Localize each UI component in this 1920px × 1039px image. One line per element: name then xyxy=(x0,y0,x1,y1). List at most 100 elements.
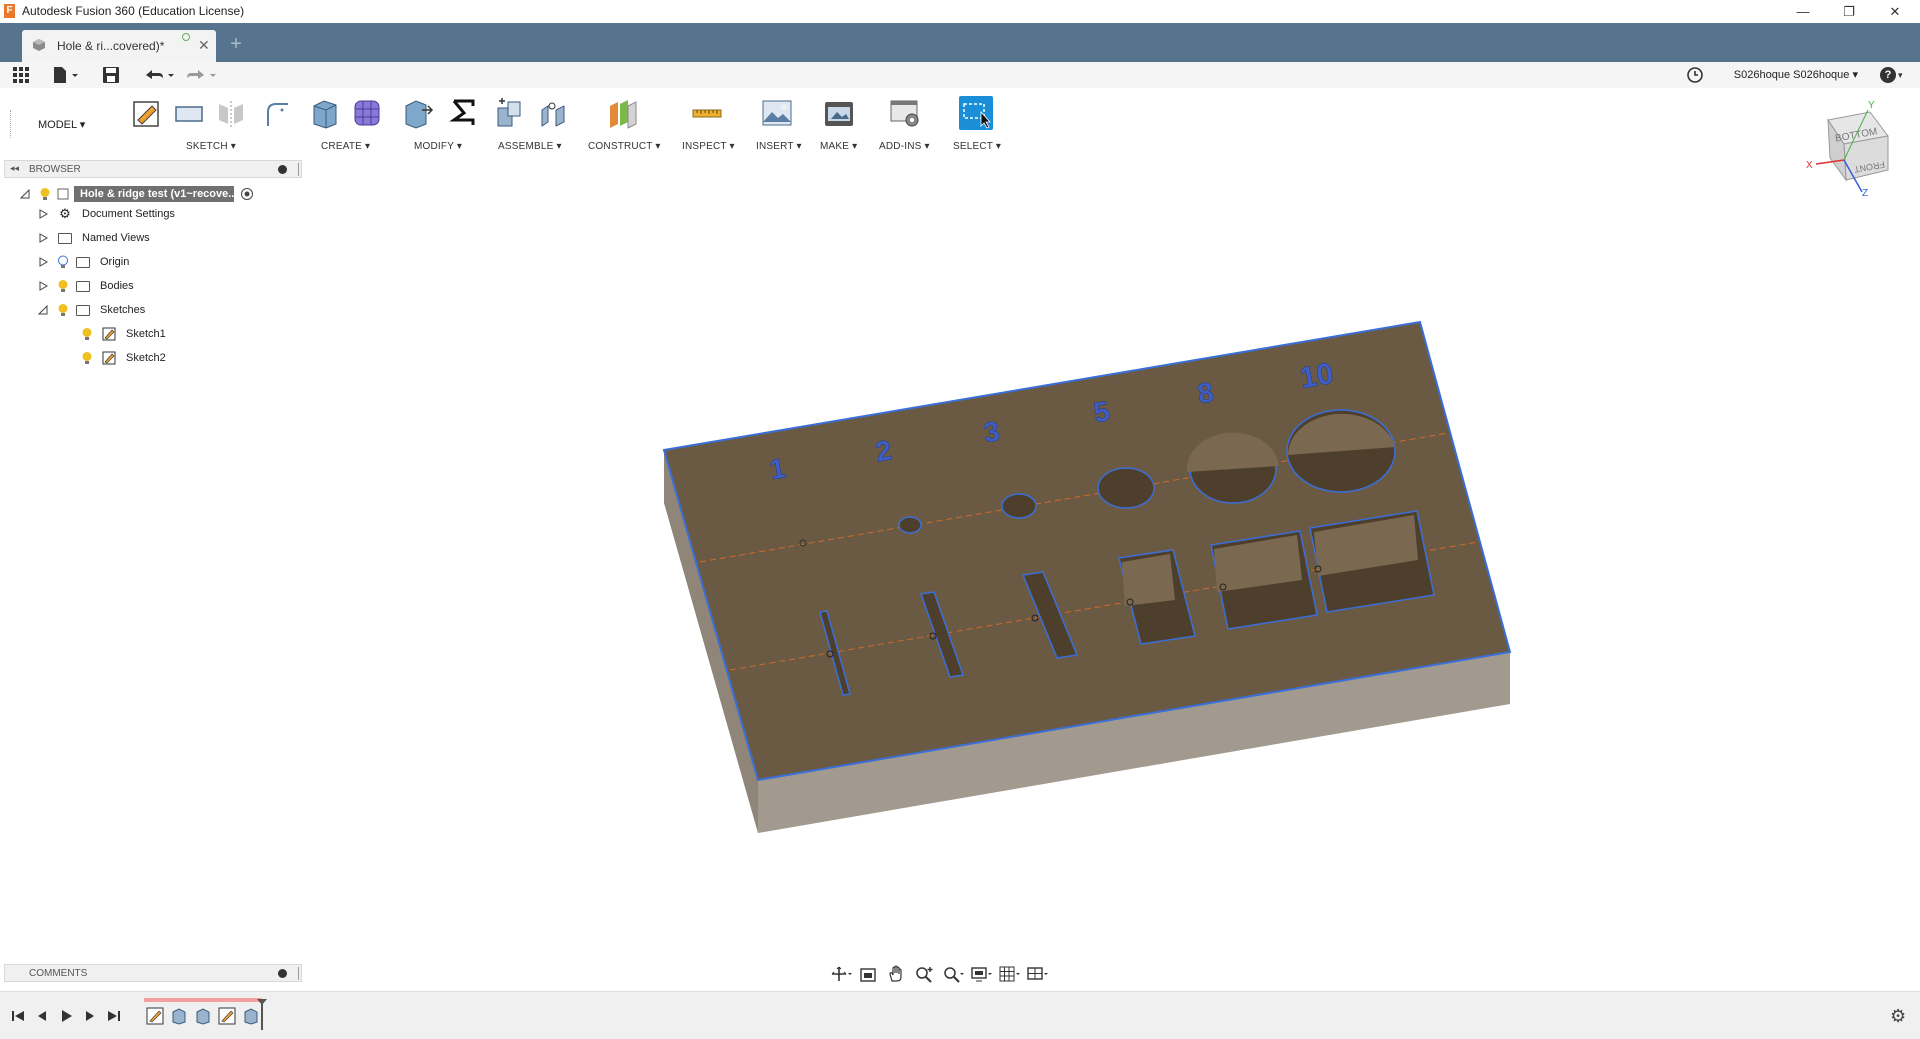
create-menu[interactable]: CREATE ▾ xyxy=(321,141,370,152)
add-comment-icon[interactable] xyxy=(278,969,287,978)
go-to-end-icon[interactable] xyxy=(106,1008,122,1024)
collapse-triangle-icon[interactable] xyxy=(20,189,30,199)
help-menu[interactable]: ? ▾ xyxy=(1880,66,1910,84)
assemble-menu[interactable]: ASSEMBLE ▾ xyxy=(498,141,562,152)
sketch-menu[interactable]: SKETCH ▾ xyxy=(186,141,236,152)
step-forward-icon[interactable] xyxy=(82,1008,98,1024)
visibility-bulb-icon[interactable] xyxy=(80,327,94,341)
save-icon[interactable] xyxy=(102,66,120,84)
comments-header[interactable]: COMMENTS xyxy=(4,964,302,982)
workspace-switcher[interactable]: MODEL ▾ xyxy=(38,118,85,131)
tree-item-bodies[interactable]: Bodies xyxy=(38,276,134,296)
title-bar: F Autodesk Fusion 360 (Education License… xyxy=(0,0,1920,23)
axis-y-label: Y xyxy=(1868,100,1875,111)
timeline-sketch-icon[interactable] xyxy=(146,1007,164,1025)
browser-header[interactable]: ◂◂ BROWSER xyxy=(4,160,302,178)
visibility-bulb-icon[interactable] xyxy=(56,279,70,293)
play-icon[interactable] xyxy=(58,1008,74,1024)
tree-item-label: Document Settings xyxy=(82,208,175,220)
zoom-icon[interactable] xyxy=(914,965,936,983)
data-panel-grid-icon[interactable] xyxy=(12,66,30,84)
create-sketch-icon[interactable] xyxy=(130,96,164,130)
svg-text:10: 10 xyxy=(1297,357,1336,395)
inspect-menu[interactable]: INSPECT ▾ xyxy=(682,141,735,152)
document-cube-icon xyxy=(33,39,45,51)
grid-settings-icon[interactable] xyxy=(998,965,1020,983)
tree-root[interactable]: Hole & ridge test (v1~recove... xyxy=(20,184,254,204)
rectangle-icon[interactable] xyxy=(172,96,206,130)
select-tool-icon[interactable] xyxy=(959,96,993,130)
tree-item-origin[interactable]: Origin xyxy=(38,252,129,272)
tree-item-label: Bodies xyxy=(100,280,134,292)
toolbar-grip[interactable] xyxy=(10,110,12,138)
insert-image-icon[interactable] xyxy=(760,96,794,130)
visibility-bulb-icon[interactable] xyxy=(80,351,94,365)
visibility-bulb-icon[interactable] xyxy=(56,303,70,317)
expand-triangle-icon[interactable] xyxy=(38,281,48,291)
tree-item-sketch1[interactable]: Sketch1 xyxy=(80,324,166,344)
viewports-icon[interactable] xyxy=(1026,965,1048,983)
timeline-bar: ⚙ xyxy=(0,991,1920,1039)
pan-hand-icon[interactable] xyxy=(886,965,908,983)
modify-menu[interactable]: MODIFY ▾ xyxy=(414,141,462,152)
timeline-marker-icon[interactable] xyxy=(256,998,268,1030)
timeline-extrude-icon[interactable] xyxy=(194,1007,212,1025)
new-tab-button[interactable]: + xyxy=(225,34,247,56)
close-window-button[interactable]: ✕ xyxy=(1872,0,1918,23)
extrude-icon[interactable] xyxy=(308,96,342,130)
joint-icon[interactable] xyxy=(536,96,570,130)
step-back-icon[interactable] xyxy=(34,1008,50,1024)
visibility-bulb-off-icon[interactable] xyxy=(56,255,70,269)
collapse-browser-icon[interactable]: ◂◂ xyxy=(10,163,19,174)
browser-options-icon[interactable] xyxy=(278,165,287,174)
form-sculpt-icon[interactable] xyxy=(350,96,384,130)
visibility-bulb-icon[interactable] xyxy=(38,187,52,201)
make-menu[interactable]: MAKE ▾ xyxy=(820,141,857,152)
add-ins-menu[interactable]: ADD-INS ▾ xyxy=(879,141,930,152)
measure-icon[interactable] xyxy=(690,96,724,130)
sigma-parameters-icon[interactable] xyxy=(446,96,480,130)
3d-canvas[interactable]: 1 2 3 5 8 10 xyxy=(0,158,1920,988)
construct-menu[interactable]: CONSTRUCT ▾ xyxy=(588,141,661,152)
tree-item-sketch2[interactable]: Sketch2 xyxy=(80,348,166,368)
offset-plane-icon[interactable] xyxy=(606,96,640,130)
scripts-addins-icon[interactable] xyxy=(888,96,922,130)
panel-divider xyxy=(298,163,299,176)
folder-icon xyxy=(76,256,90,268)
close-tab-icon[interactable]: ✕ xyxy=(198,37,210,54)
sync-status-icon xyxy=(182,33,190,41)
collapse-triangle-icon[interactable] xyxy=(38,305,48,315)
document-tab[interactable]: Hole & ri...covered)* ✕ xyxy=(22,30,216,62)
expand-triangle-icon[interactable] xyxy=(38,233,48,243)
user-account-menu[interactable]: S026hoque S026hoque ▾ xyxy=(1734,68,1858,81)
look-at-icon[interactable] xyxy=(858,965,880,983)
activate-radio-icon[interactable] xyxy=(240,187,254,201)
tree-item-sketches[interactable]: Sketches xyxy=(38,300,145,320)
select-menu[interactable]: SELECT ▾ xyxy=(953,141,1001,152)
timeline-sketch-icon[interactable] xyxy=(218,1007,236,1025)
timeline-extrude-icon[interactable] xyxy=(170,1007,188,1025)
go-to-start-icon[interactable] xyxy=(10,1008,26,1024)
viewcube[interactable]: BOTTOM FRONT X Y Z xyxy=(1806,100,1908,199)
undo-icon[interactable] xyxy=(143,66,175,84)
insert-menu[interactable]: INSERT ▾ xyxy=(756,141,802,152)
minimize-button[interactable]: — xyxy=(1780,0,1826,23)
redo-icon[interactable] xyxy=(185,66,217,84)
expand-triangle-icon[interactable] xyxy=(38,257,48,267)
tree-item-label: Origin xyxy=(100,256,130,268)
new-component-icon[interactable] xyxy=(492,96,526,130)
file-menu-icon[interactable] xyxy=(52,66,80,84)
job-status-clock-icon[interactable] xyxy=(1686,66,1704,84)
press-pull-icon[interactable] xyxy=(400,96,434,130)
orbit-icon[interactable] xyxy=(830,965,852,983)
mirror-icon[interactable] xyxy=(214,96,248,130)
fit-zoom-icon[interactable] xyxy=(942,965,964,983)
tree-item-named-views[interactable]: Named Views xyxy=(38,228,150,248)
expand-triangle-icon[interactable] xyxy=(38,209,48,219)
tree-item-document-settings[interactable]: ⚙ Document Settings xyxy=(38,204,175,224)
display-settings-icon[interactable] xyxy=(970,965,992,983)
restore-button[interactable]: ❐ xyxy=(1826,0,1872,23)
fillet-sketch-icon[interactable] xyxy=(260,96,294,130)
3d-print-icon[interactable] xyxy=(822,96,856,130)
timeline-settings-gear-icon[interactable]: ⚙ xyxy=(1890,1006,1906,1027)
